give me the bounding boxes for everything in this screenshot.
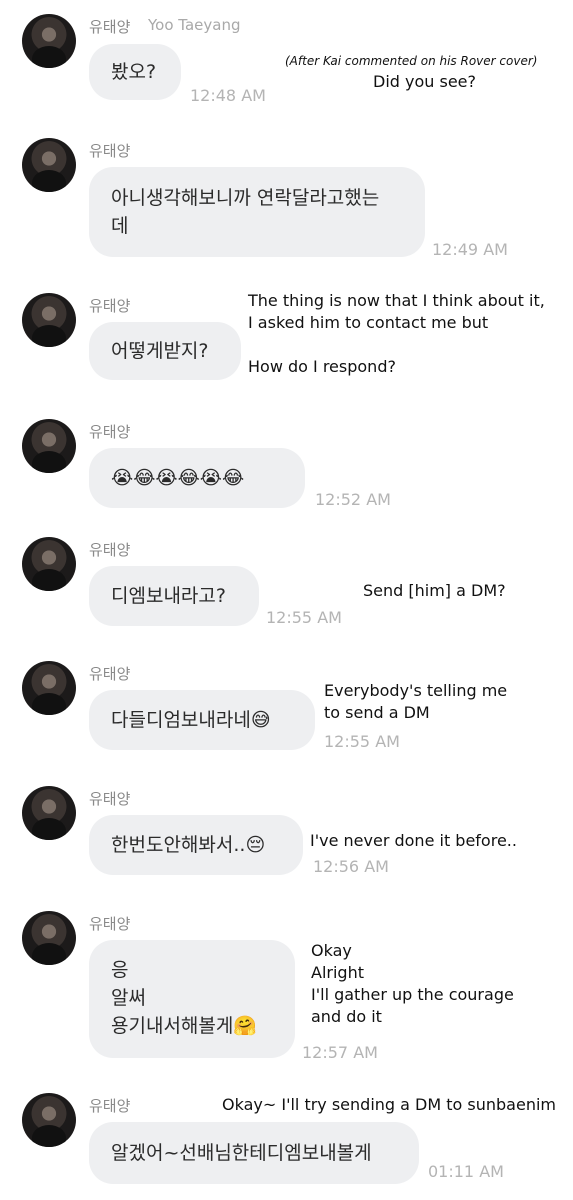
- annotation-translation: The thing is now that I think about it, …: [248, 291, 545, 376]
- annotation-translation: Okay Alright I'll gather up the courage …: [311, 941, 514, 1026]
- message-bubble[interactable]: 아니생각해보니까 연락달라고했는 데: [89, 167, 425, 257]
- sender-name: 유태양: [89, 18, 131, 36]
- annotation-translation: I've never done it before..: [310, 831, 517, 850]
- annotation-translation: Everybody's telling me to send a DM: [324, 681, 508, 722]
- message-time: 12:55 AM: [324, 732, 400, 751]
- sender-name: 유태양: [89, 915, 131, 933]
- message-time: 01:11 AM: [428, 1162, 504, 1181]
- avatar[interactable]: [22, 786, 76, 840]
- avatar[interactable]: [22, 1093, 76, 1147]
- message-bubble[interactable]: 응 알써 용기내서해볼게🤗: [89, 940, 295, 1058]
- message-bubble[interactable]: 디엠보내라고?: [89, 566, 259, 626]
- message-bubble[interactable]: 알겠어~선배님한테디엠보내볼게: [89, 1122, 419, 1184]
- sender-name: 유태양: [89, 1097, 131, 1115]
- avatar[interactable]: [22, 537, 76, 591]
- avatar[interactable]: [22, 14, 76, 68]
- message-time: 12:49 AM: [432, 240, 508, 259]
- annotation-translation: Okay~ I'll try sending a DM to sunbaenim: [222, 1095, 556, 1114]
- sender-name: 유태양: [89, 790, 131, 808]
- avatar[interactable]: [22, 419, 76, 473]
- avatar[interactable]: [22, 293, 76, 347]
- sender-name: 유태양: [89, 423, 131, 441]
- message-time: 12:52 AM: [315, 490, 391, 509]
- message-bubble[interactable]: 다들디엄보내라네😅: [89, 690, 315, 750]
- sender-name: 유태양: [89, 665, 131, 683]
- message-time: 12:48 AM: [190, 86, 266, 105]
- avatar[interactable]: [22, 138, 76, 192]
- annotation-translation: Did you see?: [373, 72, 477, 91]
- message-time: 12:57 AM: [302, 1043, 378, 1062]
- annotation-note: (After Kai commented on his Rover cover): [285, 54, 538, 68]
- sender-name: 유태양: [89, 541, 131, 559]
- sender-name: 유태양: [89, 142, 131, 160]
- message-bubble[interactable]: 어떻게받지?: [89, 322, 241, 380]
- message-bubble[interactable]: 한번도안해봐서..😔: [89, 815, 303, 875]
- sender-name-en: Yoo Taeyang: [148, 16, 241, 34]
- message-time: 12:55 AM: [266, 608, 342, 627]
- sender-name: 유태양: [89, 297, 131, 315]
- annotation-translation: Send [him] a DM?: [363, 581, 506, 600]
- message-time: 12:56 AM: [313, 857, 389, 876]
- avatar[interactable]: [22, 911, 76, 965]
- message-bubble[interactable]: 봤오?: [89, 44, 181, 100]
- avatar[interactable]: [22, 661, 76, 715]
- message-bubble[interactable]: 😭😂😭😂😭😂: [89, 448, 305, 508]
